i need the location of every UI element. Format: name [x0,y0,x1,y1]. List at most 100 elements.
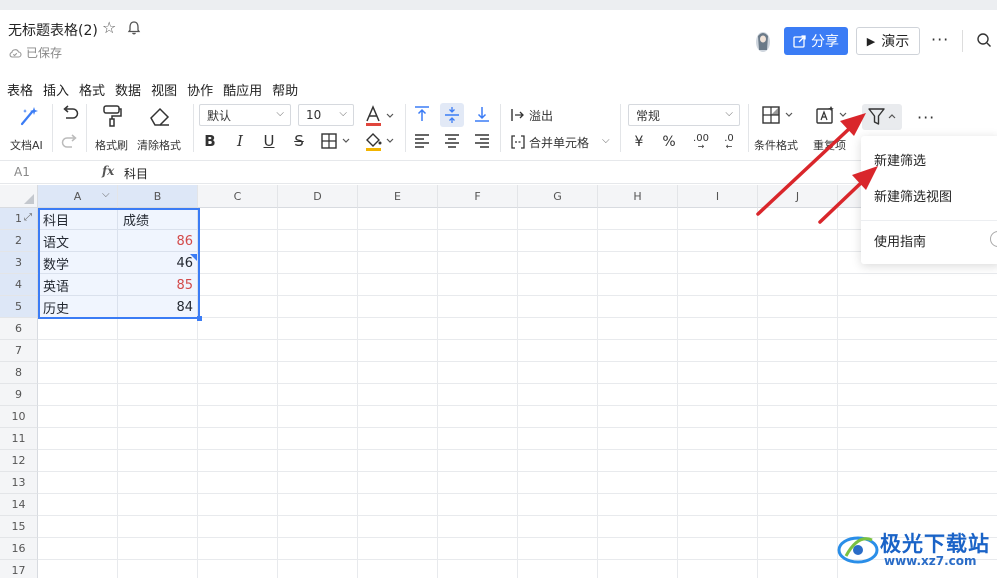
borders-icon[interactable] [320,132,354,150]
column-header-e[interactable]: E [358,185,438,208]
fill-color-icon[interactable] [363,131,399,153]
cell-a1[interactable]: 科目 [39,208,117,230]
row-header-14[interactable]: 14 [0,494,38,516]
spreadsheet-grid[interactable]: A B C D E F G H I J ⌵ 1 2 3 4 5 6 7 8 9 10 11 12 13 14 15 16 17 ⤢ 科目成… [0,185,997,578]
row-header-6[interactable]: 6 [0,318,38,340]
cell-a3[interactable]: 数学 [39,252,117,274]
align-right-icon[interactable] [473,133,491,149]
row-header-7[interactable]: 7 [0,340,38,362]
conditional-format-label[interactable]: 条件格式 [754,137,798,153]
column-header-c[interactable]: C [198,185,278,208]
user-guide-item[interactable]: 使用指南 [874,231,926,250]
row-header-2[interactable]: 2 [0,230,38,252]
overflow-button[interactable]: 溢出 [510,105,553,125]
search-icon[interactable] [976,32,992,48]
column-header-g[interactable]: G [518,185,598,208]
formula-input[interactable]: 科目 [124,165,148,182]
row-header-1[interactable]: 1 [0,208,38,230]
align-top-icon[interactable] [413,105,431,123]
row-header-9[interactable]: 9 [0,384,38,406]
fill-handle[interactable] [197,316,202,321]
row-header-3[interactable]: 3 [0,252,38,274]
cell-b1[interactable]: 成绩 [119,208,197,230]
eraser-icon[interactable] [148,105,172,127]
undo-icon[interactable] [60,105,80,123]
star-icon[interactable]: ☆ [102,19,116,37]
duplicates-label[interactable]: 重复项 [813,137,861,153]
row-header-17[interactable]: 17 [0,560,38,578]
bell-icon[interactable] [126,20,142,36]
user-avatar[interactable] [752,30,774,54]
document-title[interactable]: 无标题表格(2) [8,20,98,40]
share-button[interactable]: 分享 [784,27,848,55]
new-filter-view-item[interactable]: 新建筛选视图 [874,186,952,205]
ai-sparkle-icon[interactable] [17,105,39,127]
font-family-select[interactable]: 默认 ⌵ [199,104,291,126]
column-menu-chevron-icon[interactable]: ⌵ [102,189,110,200]
column-header-d[interactable]: D [278,185,358,208]
row-header-11[interactable]: 11 [0,428,38,450]
decimal-increase-button[interactable]: .0 ← [718,130,740,152]
cell-b4[interactable]: 85 [119,274,197,296]
filter-button[interactable] [862,104,902,130]
toolbar-more-button[interactable]: ··· [917,108,935,127]
more-options-button[interactable]: ··· [931,30,949,49]
row-header-10[interactable]: 10 [0,406,38,428]
merge-cells-button[interactable]: 合并单元格 [510,132,589,152]
divider [500,104,501,152]
column-header-b[interactable]: B [118,185,198,208]
align-bottom-icon[interactable] [473,105,491,123]
duplicates-icon[interactable] [814,105,852,125]
redo-icon[interactable] [60,133,80,151]
menu-item-data[interactable]: 数据 [115,80,141,99]
align-left-icon[interactable] [413,133,431,149]
font-size-select[interactable]: 10 ⌵ [298,104,354,126]
cell-b2[interactable]: 86 [119,230,197,252]
row-header-13[interactable]: 13 [0,472,38,494]
menu-item-collab[interactable]: 协作 [187,80,213,99]
cell-a2[interactable]: 语文 [39,230,117,252]
currency-button[interactable]: ¥ [631,132,647,152]
font-color-icon[interactable] [363,104,399,128]
menu-item-help[interactable]: 帮助 [272,80,298,99]
menu-item-view[interactable]: 视图 [151,80,177,99]
column-header-h[interactable]: H [598,185,678,208]
underline-button[interactable]: U [260,131,278,151]
row-header-4[interactable]: 4 [0,274,38,296]
column-header-i[interactable]: I [678,185,758,208]
percent-button[interactable]: % [660,132,678,152]
merge-chevron-icon[interactable]: ⌵ [602,135,610,146]
row-header-16[interactable]: 16 [0,538,38,560]
menu-item-format[interactable]: 格式 [79,80,105,99]
strikethrough-button[interactable]: S [290,131,308,151]
column-header-f[interactable]: F [438,185,518,208]
ai-label[interactable]: 文档AI [10,137,43,153]
bold-button[interactable]: B [201,131,219,151]
row-header-5[interactable]: 5 [0,296,38,318]
cell-a4[interactable]: 英语 [39,274,117,296]
conditional-format-icon[interactable] [760,105,798,125]
row-header-12[interactable]: 12 [0,450,38,472]
cell-b3[interactable]: 46 [119,252,197,274]
format-painter-icon[interactable] [101,104,123,128]
cell-b5[interactable]: 84 [119,296,197,318]
cell-a5[interactable]: 历史 [39,296,117,318]
clear-format-label[interactable]: 清除格式 [137,137,181,153]
cell-reference[interactable]: A1 [14,165,30,179]
decimal-decrease-button[interactable]: .00 → [690,130,712,152]
number-format-select[interactable]: 常规 ⌵ [628,104,740,126]
menu-item-insert[interactable]: 插入 [43,80,69,99]
align-middle-button[interactable] [440,103,464,127]
row-header-8[interactable]: 8 [0,362,38,384]
row-header-15[interactable]: 15 [0,516,38,538]
expand-row-icon[interactable]: ⤢ [24,212,32,223]
italic-button[interactable]: I [231,131,249,151]
align-center-icon[interactable] [443,133,461,149]
column-header-j[interactable]: J [758,185,838,208]
select-all-corner[interactable] [0,185,38,208]
menu-item-apps[interactable]: 酷应用 [223,80,262,99]
format-painter-label[interactable]: 格式刷 [95,137,128,153]
present-button[interactable]: ▶ 演示 [856,27,920,55]
new-filter-item[interactable]: 新建筛选 [874,150,926,169]
menu-item-table[interactable]: 表格 [7,80,33,99]
